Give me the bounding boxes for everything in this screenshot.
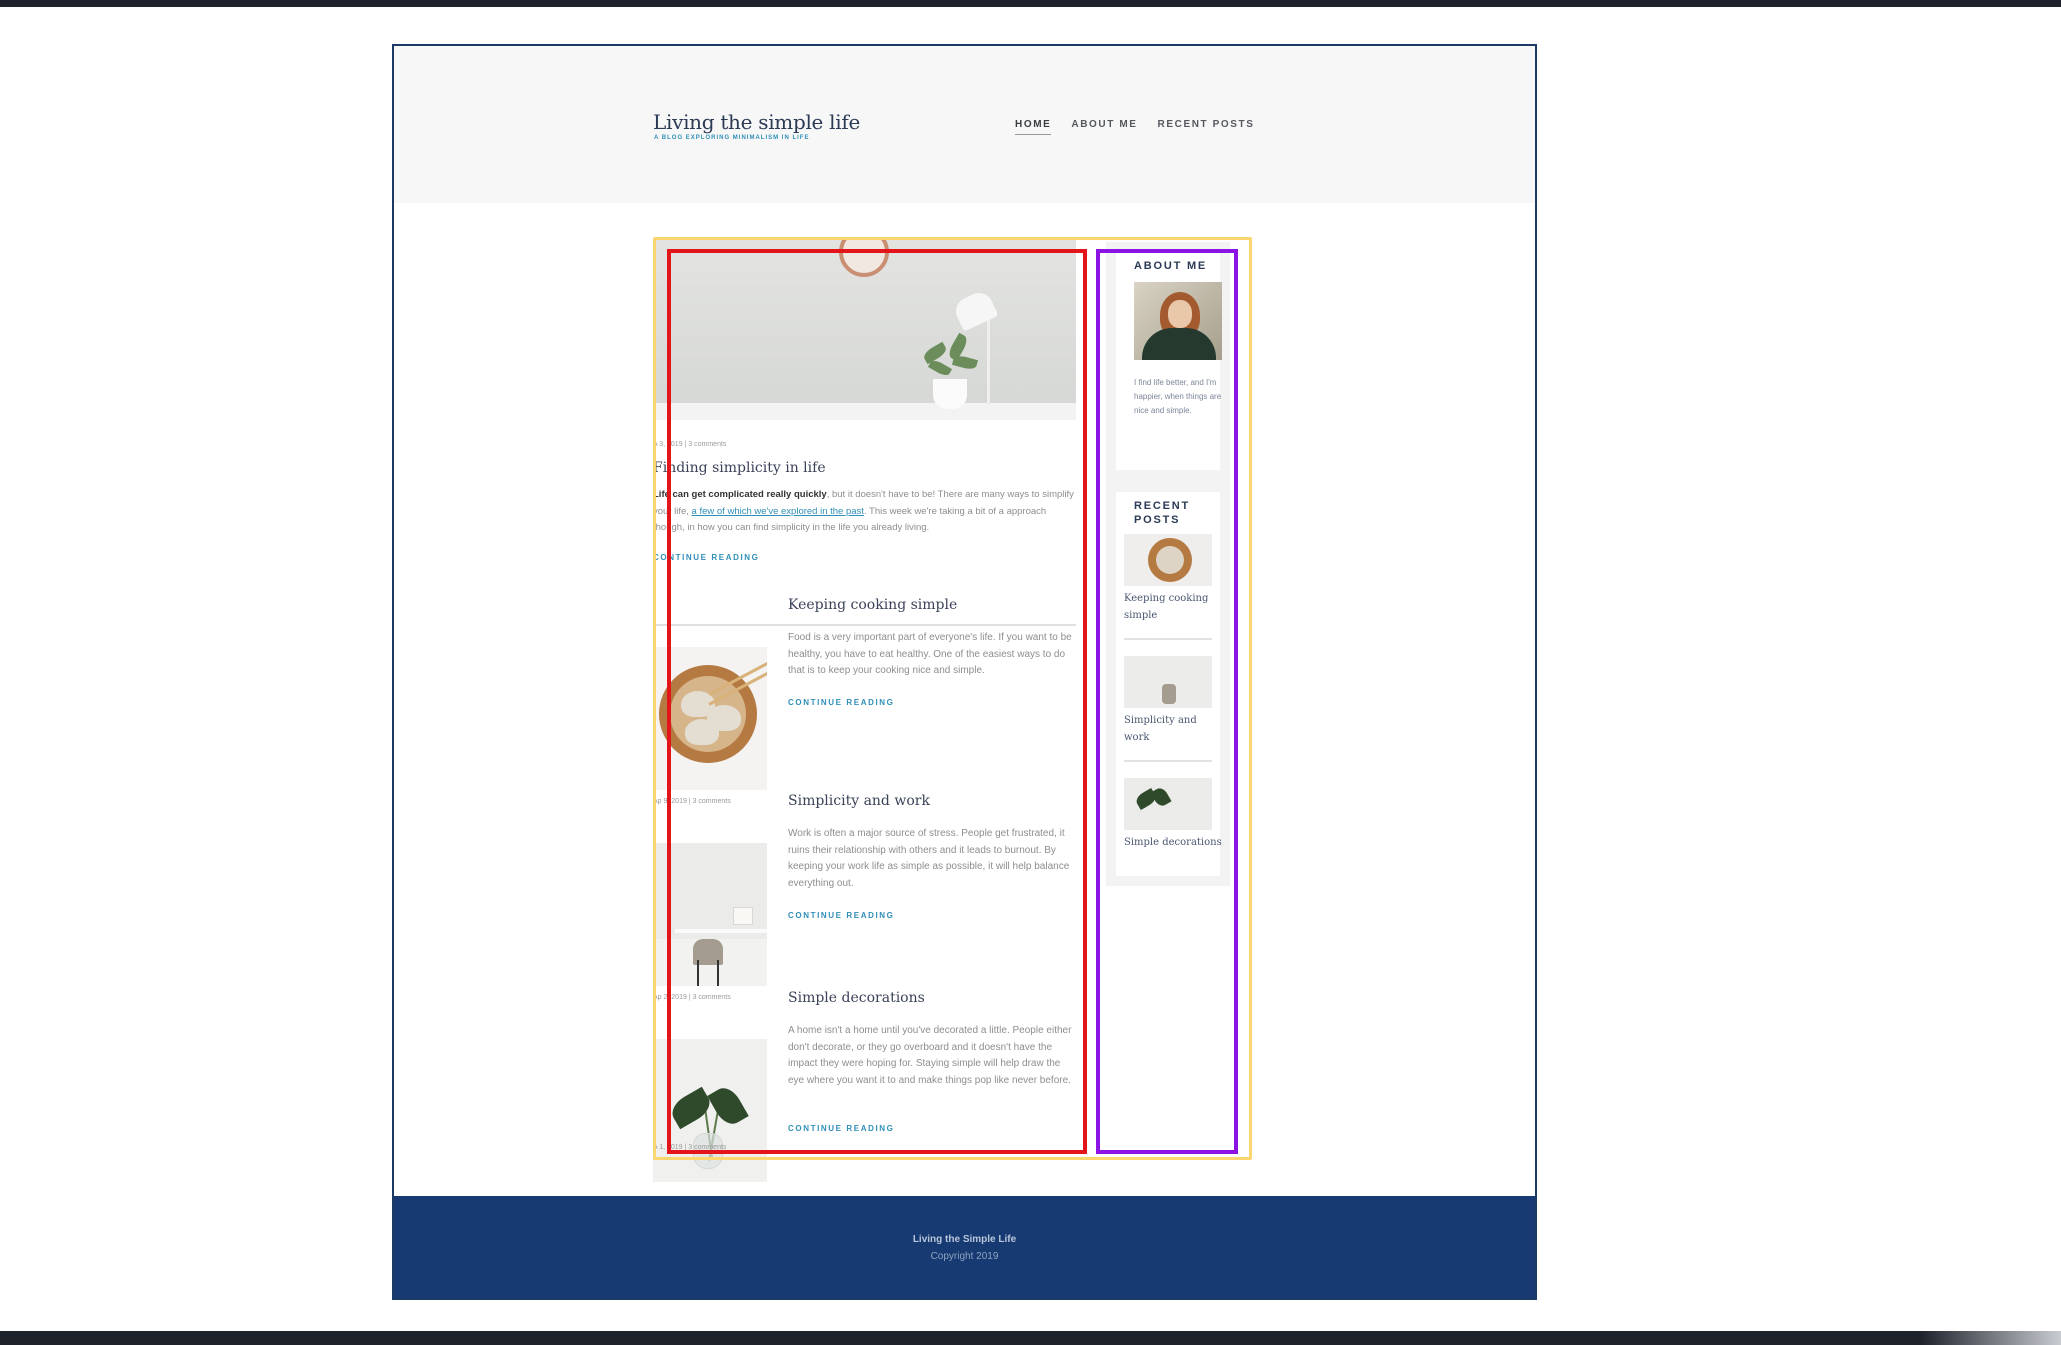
- site-title[interactable]: Living the simple life: [653, 110, 860, 134]
- site-tagline: A BLOG EXPLORING MINIMALISM IN LIFE: [654, 135, 810, 141]
- footer-title: Living the Simple Life: [912, 1234, 1017, 1245]
- nav-home[interactable]: HOME: [1015, 119, 1052, 135]
- nav-about-me[interactable]: ABOUT ME: [1071, 119, 1137, 135]
- site-header: Living the simple life A BLOG EXPLORING …: [394, 46, 1535, 203]
- bottom-bar-fade: [1921, 1331, 2061, 1345]
- screen-bottom-bar: [0, 1331, 2061, 1345]
- main-nav: HOME ABOUT ME RECENT POSTS: [1015, 119, 1255, 135]
- nav-recent-posts[interactable]: RECENT POSTS: [1158, 119, 1255, 135]
- screen-top-bar: [0, 0, 2061, 7]
- layout-highlight-sidebar: [1096, 249, 1238, 1154]
- footer-copyright: Copyright 2019: [930, 1251, 999, 1262]
- browser-viewport: Living the simple life A BLOG EXPLORING …: [392, 44, 1537, 1300]
- layout-highlight-main-column: [667, 249, 1087, 1154]
- site-footer: Living the Simple Life Copyright 2019: [394, 1196, 1535, 1298]
